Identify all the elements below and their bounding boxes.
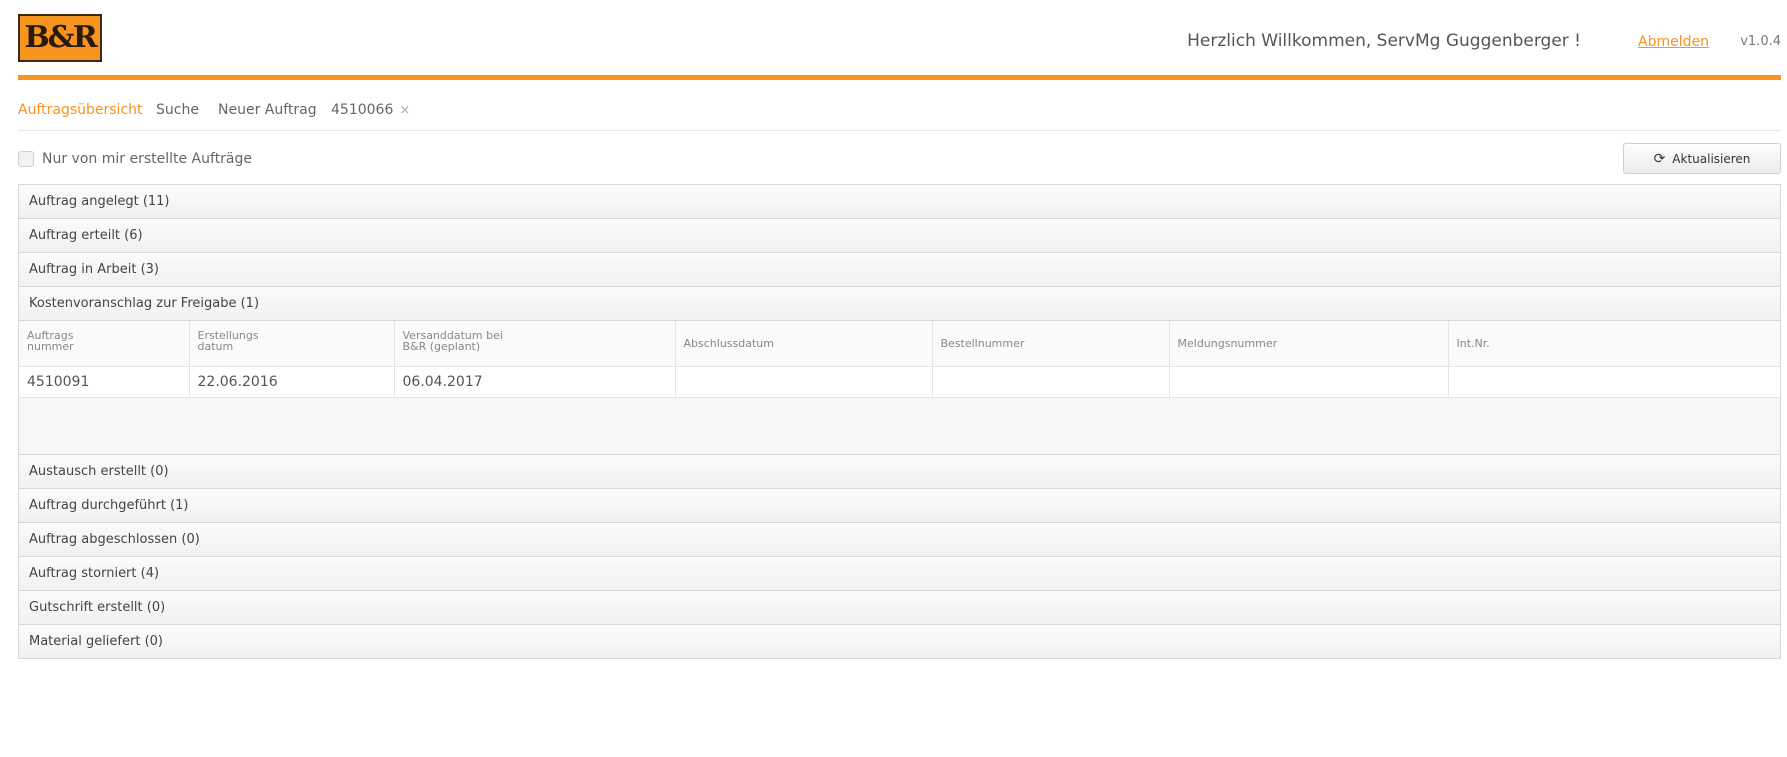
header: B&R Herzlich Willkommen, ServMg Guggenbe… [18, 0, 1781, 80]
cell-auftragsnummer: 4510091 [19, 366, 190, 398]
refresh-icon: ⟳ [1653, 150, 1666, 167]
col-auftragsnummer[interactable]: Auftrags nummer [19, 321, 190, 367]
group-gutschrift-erstellt[interactable]: Gutschrift erstellt (0) [19, 591, 1780, 625]
table-header-row: Auftrags nummer Erstellungs datum Versandd… [19, 321, 1780, 367]
refresh-button[interactable]: ⟳ Aktualisieren [1623, 143, 1781, 174]
version-label: v1.0.4 [1740, 34, 1781, 49]
refresh-label: Aktualisieren [1672, 151, 1751, 166]
tab-suche[interactable]: Suche [156, 102, 199, 118]
own-orders-label: Nur von mir erstellte Aufträge [42, 151, 253, 167]
tab-order-label: 4510066 [331, 102, 394, 118]
cell-versanddatum: 06.04.2017 [394, 366, 676, 398]
logo-text: B&R [24, 20, 97, 55]
group-auftrag-abgeschlossen[interactable]: Auftrag abgeschlossen (0) [19, 523, 1780, 557]
group-auftrag-storniert[interactable]: Auftrag storniert (4) [19, 557, 1780, 591]
page: B&R Herzlich Willkommen, ServMg Guggenbe… [18, 0, 1781, 757]
group-auftrag-angelegt[interactable]: Auftrag angelegt (11) [19, 185, 1780, 219]
order-status-accordion: Auftrag angelegt (11) Auftrag erteilt (6… [18, 184, 1781, 659]
tab-bar: Auftragsübersicht Suche Neuer Auftrag 45… [18, 96, 1781, 131]
own-orders-checkbox[interactable] [18, 151, 34, 167]
close-icon[interactable]: × [399, 103, 410, 118]
tab-neuer-auftrag[interactable]: Neuer Auftrag [218, 102, 317, 118]
cell-bestellnummer [932, 366, 1170, 398]
col-erstellungsdatum[interactable]: Erstellungs datum [189, 321, 395, 367]
kostenvoranschlag-panel: Auftrags nummer Erstellungs datum Versandd… [19, 321, 1780, 455]
group-auftrag-durchgefuehrt[interactable]: Auftrag durchgeführt (1) [19, 489, 1780, 523]
group-auftrag-in-arbeit[interactable]: Auftrag in Arbeit (3) [19, 253, 1780, 287]
cell-meldungsnummer [1169, 366, 1449, 398]
col-meldungsnummer[interactable]: Meldungsnummer [1169, 321, 1449, 367]
table-row[interactable]: 4510091 22.06.2016 06.04.2017 [19, 366, 1780, 398]
col-bestellnummer[interactable]: Bestellnummer [932, 321, 1170, 367]
welcome-message: Herzlich Willkommen, ServMg Guggenberger… [1187, 31, 1581, 51]
tab-auftragsuebersicht[interactable]: Auftragsübersicht [18, 102, 143, 118]
brand-logo: B&R [18, 14, 102, 62]
own-orders-filter[interactable]: Nur von mir erstellte Aufträge [18, 149, 252, 169]
col-int-nr[interactable]: Int.Nr. [1448, 321, 1780, 367]
group-austausch-erstellt[interactable]: Austausch erstellt (0) [19, 455, 1780, 489]
cell-int-nr [1448, 366, 1780, 398]
cell-erstellungsdatum: 22.06.2016 [189, 366, 395, 398]
group-material-geliefert[interactable]: Material geliefert (0) [19, 625, 1780, 659]
tab-order-4510066[interactable]: 4510066 × [331, 102, 410, 118]
logout-link[interactable]: Abmelden [1638, 34, 1709, 50]
col-abschlussdatum[interactable]: Abschlussdatum [675, 321, 933, 367]
orders-table: Auftrags nummer Erstellungs datum Versandd… [19, 321, 1780, 398]
group-kostenvoranschlag[interactable]: Kostenvoranschlag zur Freigabe (1) [19, 287, 1780, 321]
col-versanddatum[interactable]: Versanddatum bei B&R (geplant) [394, 321, 676, 367]
group-auftrag-erteilt[interactable]: Auftrag erteilt (6) [19, 219, 1780, 253]
cell-abschlussdatum [675, 366, 933, 398]
